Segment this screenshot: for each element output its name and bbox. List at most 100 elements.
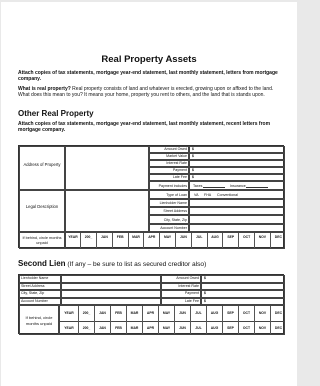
sl-month-apr-2[interactable]: APR (142, 321, 158, 334)
sl-account-field[interactable] (61, 297, 161, 305)
month-jun[interactable]: JUN (175, 233, 191, 248)
month-aug[interactable]: AUG (206, 233, 223, 248)
taxes-option[interactable]: Taxes (193, 182, 202, 189)
sl-year-label-1: YEAR (64, 311, 74, 315)
sl-street-field[interactable] (61, 282, 161, 290)
month-may[interactable]: MAY (159, 233, 175, 248)
late-fee-field[interactable]: $ (189, 174, 285, 181)
payment-label: Payment (149, 167, 189, 174)
sl-city-label: City, State, Zip (19, 290, 61, 298)
second-lien-note: (If any – be sure to list as secured cre… (65, 261, 207, 268)
sl-city-field[interactable] (61, 290, 161, 298)
address-cell: Address of Property (19, 146, 65, 190)
insurance-option[interactable]: Insurance (230, 182, 246, 189)
real-property-definition: What is real property? Real property con… (18, 86, 284, 98)
street-address-field[interactable] (189, 207, 285, 215)
sl-month-nov-2[interactable]: NOV (254, 321, 270, 334)
sl-month-may-1[interactable]: MAY (158, 306, 174, 321)
second-lien-title: Second Lien (18, 259, 66, 268)
sl-year-value-2[interactable]: 200_ (78, 321, 94, 334)
market-value-field[interactable]: $ (189, 153, 285, 160)
behind-label: If behind, circle months unpaid (19, 232, 65, 249)
sl-month-dec-1[interactable]: DEC (270, 306, 284, 321)
year-label: YEAR (68, 235, 78, 239)
legal-cell: Legal Description (19, 190, 65, 232)
months-row: YEAR 200_ JAN FEB MAR APR MAY JUN JUL AU… (65, 232, 285, 249)
sl-year-label-2: YEAR (64, 326, 74, 330)
month-nov[interactable]: NOV (254, 233, 270, 248)
sl-month-aug-2[interactable]: AUG (206, 321, 222, 334)
sl-month-jan-1[interactable]: JAN (94, 306, 110, 321)
sl-months-rows: YEAR 200_ JAN FEB MAR APR MAY JUN JUL AU… (59, 305, 285, 335)
sl-month-jul-1[interactable]: JUL (190, 306, 206, 321)
sl-month-oct-1[interactable]: OCT (238, 306, 254, 321)
attach-instructions-2: Attach copies of tax statements, mortgag… (18, 121, 271, 133)
sl-interest-rate-label: Interest Rate (161, 282, 201, 290)
second-lien-heading: Second Lien (If any – be sure to list as… (18, 259, 206, 268)
lienholder-name-field[interactable] (189, 199, 285, 207)
amount-owed-field[interactable]: $ (189, 146, 285, 153)
month-sep[interactable]: SEP (222, 233, 238, 248)
sl-late-fee-field[interactable]: $ (201, 297, 285, 305)
sl-month-feb-2[interactable]: FEB (110, 321, 126, 334)
month-mar[interactable]: MAR (127, 233, 144, 248)
sl-year-value-1[interactable]: 200_ (78, 306, 94, 321)
sl-payment-field[interactable]: $ (201, 290, 285, 298)
sl-month-may-2[interactable]: MAY (158, 321, 174, 334)
sl-month-mar-1[interactable]: MAR (126, 306, 142, 321)
sl-month-jul-2[interactable]: JUL (190, 321, 206, 334)
month-feb[interactable]: FEB (111, 233, 128, 248)
type-of-loan-field[interactable]: VA FHA Conventional (189, 190, 285, 199)
sl-month-aug-1[interactable]: AUG (206, 306, 222, 321)
sl-month-sep-1[interactable]: SEP (222, 306, 238, 321)
sl-month-nov-1[interactable]: NOV (254, 306, 270, 321)
lienholder-name-label: Lienholder Name (149, 199, 189, 207)
street-address-label: Street Address (149, 207, 189, 215)
address-label: Address of Property (23, 162, 61, 167)
payment-includes-field[interactable]: Taxes Insurance (189, 181, 285, 190)
amount-owed-label: Amount Owed (149, 146, 189, 153)
second-lien-table: Lienholder Name Amount Owed $ Street Add… (18, 274, 285, 335)
loan-conventional[interactable]: Conventional (217, 191, 238, 198)
sl-month-sep-2[interactable]: SEP (222, 321, 238, 334)
month-jul[interactable]: JUL (190, 233, 207, 248)
interest-rate-label: Interest Rate (149, 160, 189, 167)
sl-month-jan-2[interactable]: JAN (94, 321, 110, 334)
year-value[interactable]: 200_ (80, 233, 96, 248)
other-property-heading: Other Real Property (18, 109, 94, 118)
sl-month-dec-2[interactable]: DEC (270, 321, 284, 334)
payment-field[interactable]: $ (189, 167, 285, 174)
sl-account-label: Account Number (19, 297, 61, 305)
sl-lienholder-field[interactable] (61, 275, 161, 283)
month-apr[interactable]: APR (143, 233, 159, 248)
legal-label: Legal Description (25, 204, 59, 209)
property-table: Address of Property Legal Description Am… (18, 145, 285, 249)
month-oct[interactable]: OCT (238, 233, 254, 248)
insurance-blank (246, 182, 268, 188)
loan-fha[interactable]: FHA (204, 191, 211, 198)
type-of-loan-label: Type of Loan (149, 190, 189, 199)
sl-month-feb-1[interactable]: FEB (110, 306, 126, 321)
market-value-label: Market Value (149, 153, 189, 160)
sl-amount-owed-field[interactable]: $ (201, 275, 285, 283)
legal-input[interactable] (65, 190, 149, 232)
month-jan[interactable]: JAN (96, 233, 112, 248)
interest-rate-field[interactable] (189, 160, 285, 167)
document-page: Real Property Assets Attach copies of ta… (1, 2, 297, 386)
sl-month-apr-1[interactable]: APR (142, 306, 158, 321)
sl-month-jun-2[interactable]: JUN (174, 321, 190, 334)
sl-interest-rate-field[interactable] (201, 282, 285, 290)
address-input[interactable] (65, 146, 149, 190)
sl-months-row-2: YEAR 200_ JAN FEB MAR APR MAY JUN JUL AU… (60, 321, 284, 334)
sl-month-oct-2[interactable]: OCT (238, 321, 254, 334)
payment-includes-label: Payment includes (149, 181, 189, 190)
sl-street-label: Street Address (19, 282, 61, 290)
city-state-zip-field[interactable] (189, 215, 285, 224)
loan-va[interactable]: VA (194, 191, 199, 198)
account-number-field[interactable] (189, 224, 285, 232)
sl-months-row-1: YEAR 200_ JAN FEB MAR APR MAY JUN JUL AU… (60, 306, 284, 322)
sl-month-jun-1[interactable]: JUN (174, 306, 190, 321)
sl-amount-owed-label: Amount Owed (161, 275, 201, 283)
sl-month-mar-2[interactable]: MAR (126, 321, 142, 334)
month-dec[interactable]: DEC (269, 233, 284, 248)
